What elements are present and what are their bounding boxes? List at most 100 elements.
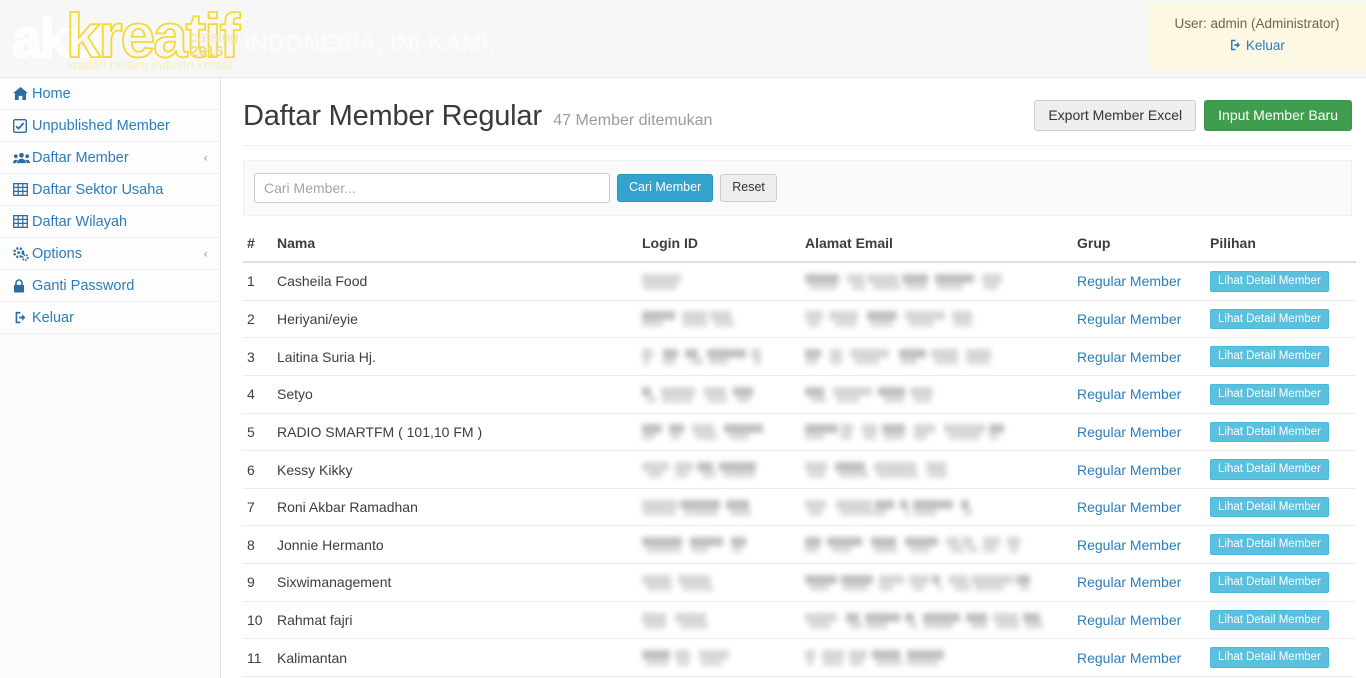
header-logout-link[interactable]: Keluar — [1229, 36, 1285, 56]
member-name: Setyo — [273, 374, 638, 414]
header-logout-label: Keluar — [1245, 37, 1285, 53]
user-name-label: User: admin (Administrator) — [1174, 16, 1340, 31]
member-action-cell: Lihat Detail Member — [1206, 487, 1356, 526]
sidebar-item-daftar-sektor-usaha[interactable]: Daftar Sektor Usaha — [0, 174, 220, 206]
row-index: 4 — [243, 374, 273, 414]
member-table-body: 1 Casheila Food Regular Member Lihat Detail… — [243, 261, 1356, 678]
lihat-detail-member-button[interactable]: Lihat Detail Member — [1210, 496, 1329, 518]
row-index: 6 — [243, 450, 273, 489]
table-row: 6 Kessy Kikky Regular Member Lihat Detail M… — [243, 450, 1356, 489]
main-content: Daftar Member Regular 47 Member ditemuka… — [221, 78, 1366, 678]
member-action-cell: Lihat Detail Member — [1206, 450, 1356, 489]
sidebar-nav: Home Unpublished Member Daftar Member ‹ … — [0, 78, 221, 678]
sidebar-item-unpublished-member-label: Unpublished Member — [32, 117, 170, 134]
table-header-row: # Nama Login ID Alamat Email Grup Piliha… — [243, 229, 1356, 263]
sidebar-item-daftar-wilayah[interactable]: Daftar Wilayah — [0, 206, 220, 238]
sidebar-item-options[interactable]: Options ‹ — [0, 238, 220, 270]
member-name: Laitina Suria Hj. — [273, 337, 638, 376]
table-row: 7 Roni Akbar Ramadhan Regular Member Lihat … — [243, 487, 1356, 526]
member-group-cell: Regular Member — [1073, 487, 1206, 526]
member-action-cell: Lihat Detail Member — [1206, 337, 1356, 376]
member-login-id — [638, 299, 801, 338]
member-group-cell: Regular Member — [1073, 261, 1206, 301]
member-login-id — [638, 261, 801, 301]
search-reset-button[interactable]: Reset — [720, 174, 777, 202]
site-logo[interactable]: aku kreatif catalog 2016 wadah pelaku in… — [8, 2, 241, 71]
col-header-num: # — [243, 229, 273, 263]
sidebar-item-daftar-sektor-usaha-label: Daftar Sektor Usaha — [32, 181, 164, 198]
input-member-baru-button[interactable]: Input Member Baru — [1204, 100, 1352, 132]
lihat-detail-member-button[interactable]: Lihat Detail Member — [1210, 459, 1329, 480]
member-email — [801, 299, 1073, 338]
member-group-link[interactable]: Regular Member — [1077, 386, 1181, 402]
export-member-excel-button[interactable]: Export Member Excel — [1034, 100, 1197, 132]
users-icon — [13, 152, 32, 164]
lihat-detail-member-button[interactable]: Lihat Detail Member — [1210, 609, 1329, 631]
member-group-link[interactable]: Regular Member — [1077, 462, 1181, 478]
member-name: Kalimantan — [273, 638, 638, 677]
row-index: 7 — [243, 487, 273, 526]
sidebar-item-unpublished-member[interactable]: Unpublished Member — [0, 110, 220, 142]
table-row: 1 Casheila Food Regular Member Lihat Detail… — [243, 261, 1356, 301]
member-email — [801, 450, 1073, 489]
sign-out-icon — [13, 311, 32, 324]
lihat-detail-member-button[interactable]: Lihat Detail Member — [1210, 346, 1329, 367]
member-group-link[interactable]: Regular Member — [1077, 273, 1181, 289]
lihat-detail-member-button[interactable]: Lihat Detail Member — [1210, 534, 1329, 556]
page-header: Daftar Member Regular 47 Member ditemuka… — [243, 100, 1352, 146]
member-email — [801, 563, 1073, 602]
member-email — [801, 412, 1073, 451]
member-action-cell: Lihat Detail Member — [1206, 600, 1356, 639]
chevron-left-icon-options: ‹ — [203, 246, 208, 261]
member-login-id — [638, 487, 801, 526]
gears-icon — [13, 246, 32, 261]
sidebar-item-home[interactable]: Home — [0, 78, 220, 110]
table-row: 8 Jonnie Hermanto Regular Member Lihat Deta… — [243, 525, 1356, 564]
sidebar-item-ganti-password-label: Ganti Password — [32, 277, 135, 294]
sidebar-item-keluar-label: Keluar — [32, 309, 74, 326]
member-group-link[interactable]: Regular Member — [1077, 612, 1181, 628]
member-name: Jonnie Hermanto — [273, 525, 638, 564]
row-index: 8 — [243, 525, 273, 564]
col-header-nama: Nama — [273, 229, 638, 263]
lihat-detail-member-button[interactable]: Lihat Detail Member — [1210, 421, 1329, 443]
member-group-link[interactable]: Regular Member — [1077, 499, 1181, 515]
member-group-link[interactable]: Regular Member — [1077, 424, 1181, 440]
member-group-link[interactable]: Regular Member — [1077, 650, 1181, 666]
table-icon — [13, 215, 32, 228]
lihat-detail-member-button[interactable]: Lihat Detail Member — [1210, 383, 1329, 405]
search-input[interactable] — [254, 173, 610, 203]
member-table: # Nama Login ID Alamat Email Grup Piliha… — [243, 229, 1356, 678]
lihat-detail-member-button[interactable]: Lihat Detail Member — [1210, 647, 1329, 669]
sidebar-item-daftar-member[interactable]: Daftar Member ‹ — [0, 142, 220, 174]
sidebar-item-ganti-password[interactable]: Ganti Password — [0, 270, 220, 302]
lihat-detail-member-button[interactable]: Lihat Detail Member — [1210, 572, 1329, 593]
search-panel: Cari Member Reset — [243, 160, 1352, 216]
top-banner: aku kreatif catalog 2016 wadah pelaku in… — [0, 0, 1366, 78]
lihat-detail-member-button[interactable]: Lihat Detail Member — [1210, 308, 1329, 330]
member-group-cell: Regular Member — [1073, 600, 1206, 639]
member-name: Casheila Food — [273, 261, 638, 301]
search-submit-button[interactable]: Cari Member — [617, 174, 714, 202]
banner-slogan: INDONESIA, INI KAMI. — [244, 30, 496, 56]
lock-icon — [13, 278, 32, 293]
member-group-link[interactable]: Regular Member — [1077, 349, 1181, 365]
member-group-link[interactable]: Regular Member — [1077, 311, 1181, 327]
lihat-detail-member-button[interactable]: Lihat Detail Member — [1210, 271, 1329, 292]
page-title: Daftar Member Regular — [243, 100, 542, 132]
row-index: 11 — [243, 638, 273, 677]
member-login-id — [638, 563, 801, 602]
user-info-box: User: admin (Administrator) Keluar — [1148, 3, 1366, 70]
member-group-cell: Regular Member — [1073, 563, 1206, 602]
member-login-id — [638, 600, 801, 639]
member-group-link[interactable]: Regular Member — [1077, 574, 1181, 590]
table-row: 4 Setyo Regular Member Lihat Detail Member — [243, 374, 1356, 414]
sidebar-item-keluar[interactable]: Keluar — [0, 302, 220, 334]
table-row: 3 Laitina Suria Hj. Regular Member Lihat De… — [243, 337, 1356, 376]
member-group-link[interactable]: Regular Member — [1077, 537, 1181, 553]
home-icon — [13, 87, 32, 100]
member-email — [801, 374, 1073, 414]
member-login-id — [638, 412, 801, 451]
member-email — [801, 337, 1073, 376]
row-index: 2 — [243, 299, 273, 338]
